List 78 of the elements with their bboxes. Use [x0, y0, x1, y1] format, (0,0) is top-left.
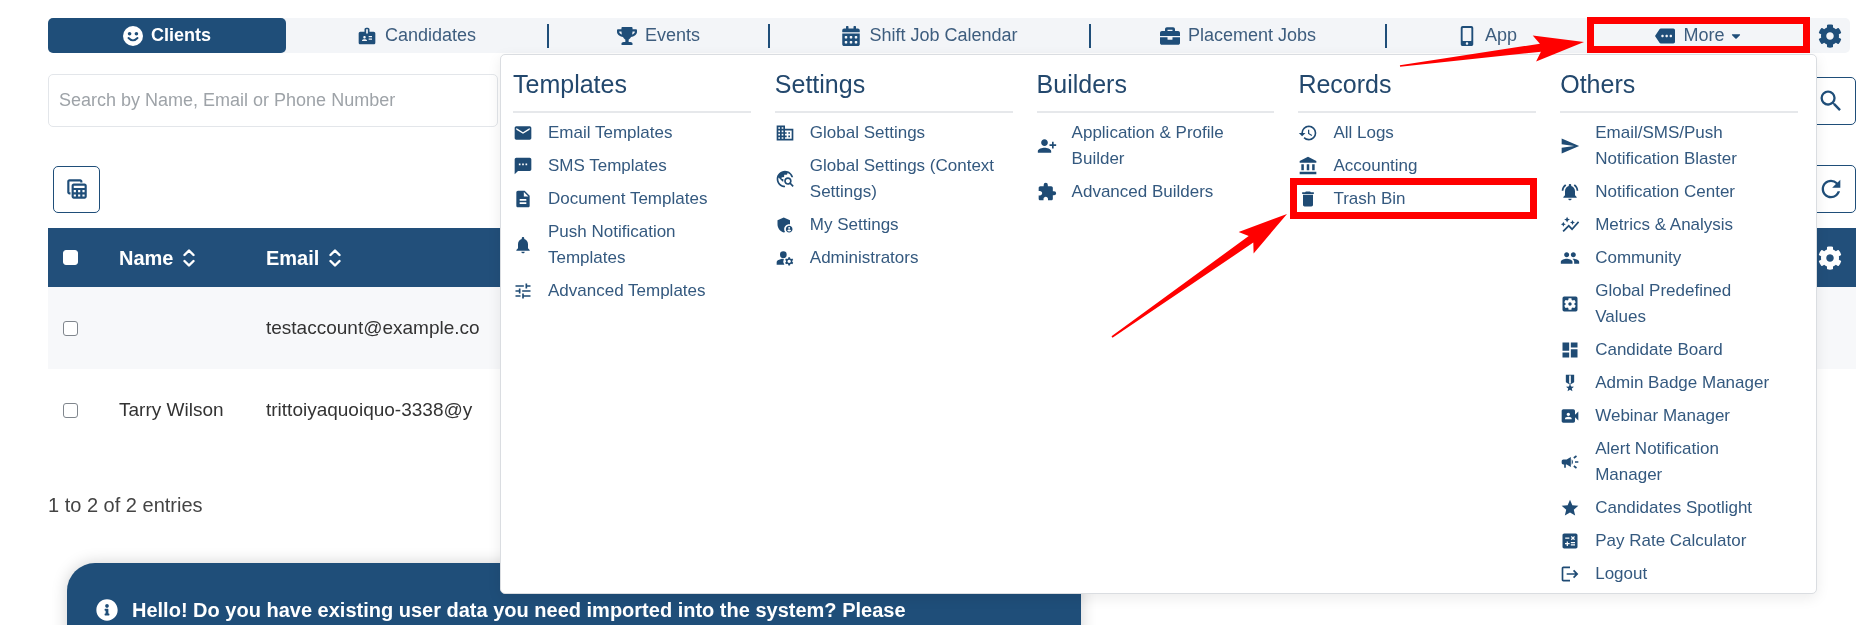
menu-item[interactable]: Community [1560, 245, 1682, 271]
info-icon [96, 599, 118, 621]
menu-item[interactable]: Notification Center [1560, 179, 1736, 205]
ringing-bell-icon [1560, 182, 1581, 202]
menu-item[interactable]: Candidates Spotlight [1560, 495, 1753, 521]
calendar-icon [841, 25, 862, 46]
menu-item[interactable]: Candidate Board [1560, 337, 1723, 363]
nav-tab[interactable]: Events [549, 18, 768, 53]
menu-heading: Builders [1036, 70, 1127, 98]
menu-item[interactable]: Push Notification Templates [513, 219, 736, 271]
entries-summary: 1 to 2 of 2 entries [48, 494, 203, 516]
chat-bubble-icon [513, 156, 533, 176]
globe-search-icon [774, 169, 795, 189]
document-icon [513, 189, 533, 209]
menu-item[interactable]: Global Predefined Values [1560, 278, 1784, 330]
sort-icon [183, 247, 196, 268]
menu-item[interactable]: Pay Rate Calculator [1560, 528, 1747, 554]
column-header[interactable]: Name [119, 242, 196, 273]
column-header[interactable]: Email [266, 242, 342, 273]
envelope-icon [513, 123, 533, 143]
nav-tab[interactable]: Clients [48, 18, 286, 53]
search-field[interactable]: Search by Name, Email or Phone Number [48, 74, 498, 127]
sliders-icon [513, 281, 533, 301]
smiley-icon [123, 25, 143, 46]
bank-icon [1298, 156, 1319, 176]
menu-item[interactable]: Accounting [1298, 153, 1418, 179]
sort-icon [329, 247, 342, 268]
menu-item[interactable]: Advanced Templates [513, 278, 706, 304]
briefcase-icon [1159, 25, 1180, 46]
table-cell: testaccount@example.co [266, 316, 480, 338]
chart-sparkle-icon [1560, 215, 1581, 235]
menu-item[interactable]: Global Settings (Context Settings) [774, 153, 998, 205]
id-badge-icon [356, 25, 377, 46]
nav-tab[interactable]: Shift Job Calendar [770, 18, 1089, 53]
video-camera-icon [1560, 406, 1581, 426]
add-user-icon [1036, 136, 1057, 156]
menu-item[interactable]: Advanced Builders [1036, 179, 1214, 205]
menu-heading: Others [1560, 70, 1636, 98]
banner-text: Hello! Do you have existing user data you need imported into the system? Please [132, 598, 906, 623]
menu-item[interactable]: Admin Badge Manager [1560, 370, 1770, 396]
menu-heading: Settings [774, 70, 866, 98]
checkbox[interactable] [63, 320, 78, 336]
menu-item[interactable]: Webinar Manager [1560, 403, 1730, 429]
nav-tab[interactable]: More [1587, 18, 1810, 53]
building-icon [774, 123, 795, 143]
table-view-button[interactable] [53, 165, 100, 213]
logout-icon [1560, 564, 1581, 584]
bell-icon [513, 235, 533, 255]
menu-item[interactable]: Email Templates [513, 120, 673, 146]
user-gear-icon [774, 248, 795, 268]
calculator-icon [1560, 531, 1581, 551]
send-icon [1560, 136, 1581, 156]
trophy-icon [617, 25, 637, 46]
menu-item[interactable]: SMS Templates [513, 153, 667, 179]
menu-item[interactable]: Metrics & Analysis [1560, 212, 1734, 238]
menu-item[interactable]: Administrators [774, 245, 919, 271]
nav-tab[interactable]: Placement Jobs [1091, 18, 1385, 53]
settings-icon[interactable] [1818, 23, 1842, 48]
table-cell: trittoiyaquoiquo-3338@y [266, 398, 473, 420]
menu-item[interactable]: Email/SMS/Push Notification Blaster [1560, 120, 1784, 172]
settings-icon[interactable] [1818, 245, 1842, 270]
menu-item[interactable]: Trash Bin [1298, 186, 1406, 212]
nav-tab[interactable]: App [1387, 18, 1587, 53]
dashboard-icon [1560, 340, 1581, 360]
history-icon [1298, 123, 1319, 143]
puzzle-icon [1036, 182, 1057, 202]
menu-item[interactable]: Document Templates [513, 186, 708, 212]
nav-tab[interactable]: Candidates [286, 18, 547, 53]
menu-heading: Templates [513, 70, 627, 98]
menu-item[interactable]: Application & Profile Builder [1036, 120, 1260, 172]
menu-item[interactable]: Alert Notification Manager [1560, 436, 1784, 488]
menu-item[interactable]: All Logs [1298, 120, 1394, 146]
menu-item[interactable]: My Settings [774, 212, 899, 238]
menu-item[interactable]: Logout [1560, 561, 1648, 587]
checkbox[interactable] [63, 402, 78, 418]
table-cell: Tarry Wilson [119, 398, 224, 420]
menu-item[interactable]: Global Settings [774, 120, 926, 146]
menu-heading: Records [1298, 70, 1392, 98]
